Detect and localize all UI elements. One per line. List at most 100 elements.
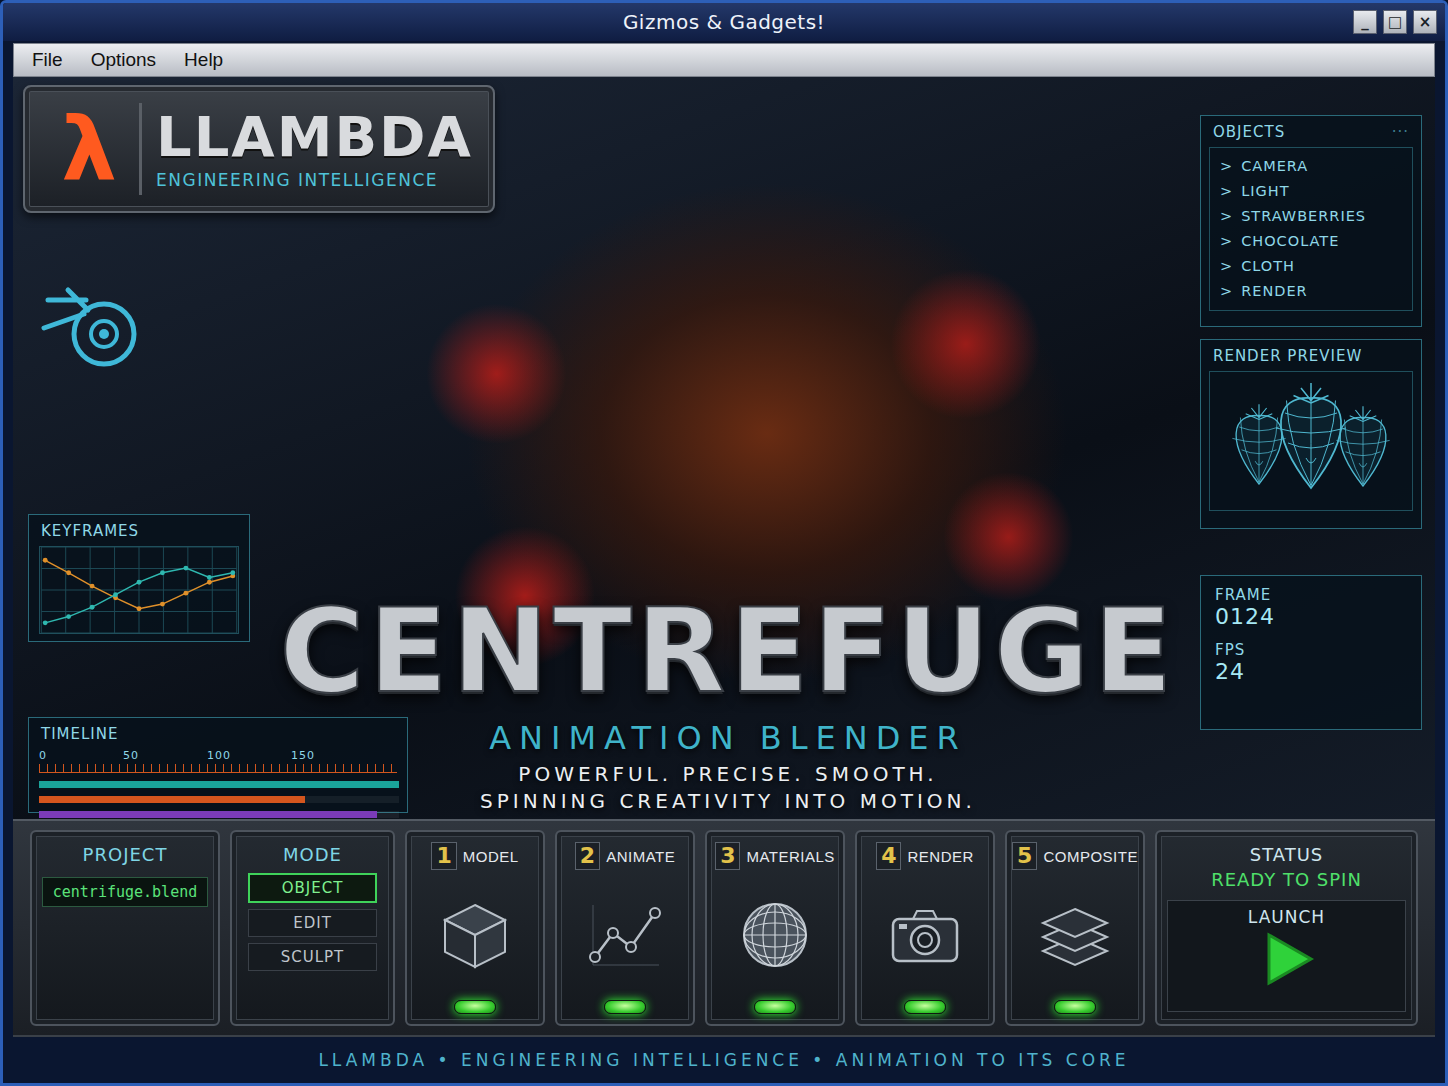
maximize-button[interactable]: □: [1383, 10, 1407, 34]
render-preview-panel: RENDER PREVIEW: [1200, 339, 1422, 529]
chart-point: [90, 605, 95, 610]
shape: [1350, 406, 1377, 421]
chart-point: [230, 570, 235, 575]
frame-label: FRAME: [1215, 586, 1407, 604]
tool-header: 3MATERIALS: [715, 842, 835, 870]
shape: [1043, 909, 1107, 937]
menu-item[interactable]: Options: [77, 49, 170, 71]
tool-card[interactable]: 5COMPOSITE: [1005, 830, 1145, 1026]
timeline-track[interactable]: [39, 781, 399, 788]
panel-header: TIMELINE: [29, 718, 407, 749]
shape: [1246, 404, 1273, 419]
panel-title: TIMELINE: [41, 725, 119, 743]
tool-card[interactable]: 1MODEL: [405, 830, 545, 1026]
mode-option[interactable]: EDIT: [248, 909, 377, 937]
expand-arrow: >: [1220, 229, 1233, 254]
shape: [1363, 420, 1364, 485]
menu-item[interactable]: File: [18, 49, 77, 71]
track-color: [39, 796, 305, 803]
footer-text: LLAMBDA • ENGINEERING INTELLIGENCE • ANI…: [318, 1050, 1129, 1070]
tool-card[interactable]: 4RENDER: [855, 830, 995, 1026]
shape: [1281, 398, 1341, 488]
logo-symbol: λ: [39, 105, 139, 193]
chart-point: [113, 592, 118, 597]
shape: [744, 934, 806, 935]
logo-name: LLAMBDA: [156, 108, 473, 167]
minimize-button[interactable]: _: [1353, 10, 1377, 34]
tool-card[interactable]: 2ANIMATE: [555, 830, 695, 1026]
object-item[interactable]: >STRAWBERRIES: [1220, 204, 1402, 229]
title-bar: Gizmos & Gadgets!_□×: [3, 3, 1445, 41]
mode-option[interactable]: OBJECT: [248, 873, 377, 903]
frame-panel: FRAME0124 FPS24: [1200, 575, 1422, 730]
play-icon[interactable]: [1255, 927, 1319, 991]
shape: [918, 933, 932, 947]
expand-arrow: >: [1220, 154, 1233, 179]
shape: [91, 321, 117, 347]
layers-icon: [1035, 895, 1115, 975]
tool-number: 3: [715, 842, 740, 870]
object-item[interactable]: >CAMERA: [1220, 154, 1402, 179]
shape: [893, 919, 957, 961]
mode-card: MODE OBJECT EDIT SCULPT: [230, 830, 395, 1026]
panel-title: OBJECTS: [1213, 123, 1285, 141]
keyframe-chart: [39, 546, 239, 634]
card-title: MODE: [283, 844, 342, 865]
card-title: PROJECT: [83, 844, 168, 865]
camera-icon: [885, 895, 965, 975]
object-item[interactable]: >RENDER: [1220, 279, 1402, 304]
globe-icon: [735, 895, 815, 975]
strawberry-wireframe-icon: [1211, 376, 1411, 506]
shape: [650, 908, 660, 918]
object-list: >CAMERA>LIGHT>STRAWBERRIES>CHOCOLATE>CLO…: [1209, 147, 1413, 311]
object-item[interactable]: >CLOTH: [1220, 254, 1402, 279]
menu-item[interactable]: Help: [170, 49, 237, 71]
track-fill: [39, 811, 377, 818]
logo-tagline: ENGINEERING INTELLIGENCE: [156, 170, 473, 190]
frame-value: 0124: [1215, 604, 1407, 629]
tool-label: COMPOSITE: [1043, 848, 1138, 865]
object-item[interactable]: > CHOCOLATE: [1220, 229, 1402, 254]
tick-label: 100: [207, 749, 291, 762]
chart-point: [160, 570, 165, 575]
fps-value: 24: [1215, 659, 1407, 684]
chart-point: [207, 580, 212, 585]
more-button[interactable]: ···: [1392, 123, 1409, 141]
shape: [475, 920, 505, 967]
tool-header: 2ANIMATE: [575, 842, 675, 870]
grid-line: [41, 590, 236, 591]
blender-icon: [38, 282, 148, 374]
shape: [44, 290, 88, 328]
object-item[interactable]: >LIGHT: [1220, 179, 1402, 204]
chart-series: [43, 566, 236, 626]
shape: [1311, 401, 1336, 486]
track-fill: [39, 796, 305, 803]
tool-card[interactable]: 3MATERIALS: [705, 830, 845, 1026]
expand-arrow: >: [1220, 279, 1233, 304]
panel-header: OBJECTS ···: [1201, 116, 1421, 147]
fps-label: FPS: [1215, 641, 1407, 659]
strawberry-wire: [1336, 406, 1389, 486]
blender-badge: [38, 282, 148, 378]
shape: [911, 926, 939, 954]
tool-icon-wrap: [585, 870, 665, 1000]
launch-label: LAUNCH: [1248, 907, 1325, 927]
shape: [1344, 420, 1363, 485]
shape: [1311, 401, 1312, 486]
project-file[interactable]: centrifuge.blend: [42, 877, 208, 907]
launch-button[interactable]: LAUNCH: [1167, 900, 1406, 1012]
chart-point: [183, 566, 188, 571]
tick-label: 50: [123, 749, 207, 762]
logo-text: LLAMBDA ENGINEERING INTELLIGENCE: [156, 108, 473, 191]
window-controls: _□×: [1341, 10, 1437, 34]
timeline-ruler: [39, 764, 397, 773]
tagline: POWERFUL. PRECISE. SMOOTH.: [480, 761, 976, 788]
tool-label: MODEL: [463, 848, 519, 865]
close-button[interactable]: ×: [1413, 10, 1437, 34]
timeline-track[interactable]: [39, 811, 399, 818]
chart-point: [183, 591, 188, 596]
chart-line: [45, 560, 233, 608]
object-label: CHOCOLATE: [1241, 229, 1339, 254]
mode-option[interactable]: SCULPT: [248, 943, 377, 971]
timeline-track[interactable]: [39, 796, 399, 803]
